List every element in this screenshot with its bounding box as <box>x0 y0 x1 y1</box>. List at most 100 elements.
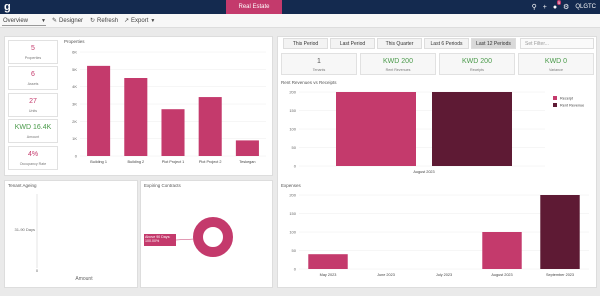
x-tick-label: September 2023 <box>546 273 574 277</box>
bar[interactable] <box>87 65 111 156</box>
expenses-chart: 0 50 100 150 200 May 2023 June 2023 July 2023 Au… <box>289 193 589 277</box>
kpi-card: 4% Occupancy Rate <box>8 146 58 170</box>
bar[interactable] <box>482 232 522 269</box>
designer-icon: ✎ <box>52 18 58 24</box>
summary-value: KWD 200 <box>462 58 492 65</box>
expiring-contracts-chart: Above 90 Days: 100.00% <box>144 217 233 257</box>
export-label: Export <box>131 18 149 24</box>
y-tick-label: 0 <box>75 154 78 159</box>
expiring-contracts-title: Expiring Contracts <box>144 183 181 188</box>
legend-swatch <box>553 96 557 100</box>
period-button[interactable]: This Quarter <box>377 38 422 49</box>
export-icon: ↗ <box>124 18 130 24</box>
x-tick-label: Plot Project 1 <box>162 160 185 164</box>
designer-button[interactable]: ✎ Designer <box>52 16 83 26</box>
kpi-card: KWD 16.4K Amount <box>8 119 58 143</box>
donut-slice[interactable] <box>193 217 233 257</box>
x-tick-label: May 2023 <box>320 273 337 277</box>
y-tick-label: 150 <box>289 108 296 113</box>
kpi-label: Amount <box>26 135 40 139</box>
period-button[interactable]: Last 6 Periods <box>424 38 469 49</box>
y-tick-label: 50 <box>292 248 297 253</box>
kpi-value: 4% <box>27 151 39 158</box>
app-logo[interactable]: g <box>4 1 16 13</box>
kpi-card: 27 Units <box>8 93 58 117</box>
y-tick-label: 100 <box>289 127 296 132</box>
chevron-down-icon: ▼ <box>41 18 46 24</box>
x-tick-label: August 2023 <box>491 273 512 277</box>
summary-card: KWD 0 Variance <box>518 53 594 75</box>
summary-value: KWD 200 <box>383 58 413 65</box>
kpi-label: Assets <box>27 82 39 86</box>
legend-label: Receipt <box>560 97 574 101</box>
y-tick-label: 100 <box>289 230 296 235</box>
y-tick-label: 31-90 Days <box>15 227 35 232</box>
summary-label: Rent Revenues <box>385 68 411 72</box>
kpi-value: KWD 16.4K <box>14 124 52 131</box>
summary-label: Tenants <box>312 68 326 72</box>
user-menu[interactable]: QLGTC <box>575 4 596 10</box>
refresh-icon: ↻ <box>90 18 96 24</box>
topbar-icons: ⚲ + ● 5 ⚙ QLGTC <box>532 0 596 14</box>
refresh-button[interactable]: ↻ Refresh <box>90 16 118 26</box>
y-tick-label: 6K <box>72 50 77 55</box>
y-tick-label: 3K <box>72 102 77 107</box>
bar[interactable] <box>336 92 416 166</box>
x-tick-label: 0 <box>36 268 39 273</box>
summary-card: KWD 200 Receipts <box>439 53 515 75</box>
x-axis-label: Amount <box>75 276 93 282</box>
filter-input[interactable]: Set Filter... <box>520 38 594 49</box>
add-icon[interactable]: + <box>543 4 547 11</box>
kpi-card: 6 Assets <box>8 66 58 90</box>
y-tick-label: 200 <box>289 90 296 95</box>
summary-label: Receipts <box>470 68 484 72</box>
properties-chart-title: Properties <box>64 39 85 44</box>
chevron-down-icon: ▼ <box>150 18 156 24</box>
period-button[interactable]: This Period <box>283 38 328 49</box>
legend-label: Rent Revenue <box>560 104 584 108</box>
y-tick-label: 150 <box>289 211 296 216</box>
bar[interactable] <box>308 254 348 269</box>
kpi-value: 27 <box>29 98 37 105</box>
notification-badge: 5 <box>556 0 562 5</box>
summary-value: KWD 0 <box>544 58 568 65</box>
period-button[interactable]: Last 12 Periods <box>471 38 516 49</box>
y-tick-label: 50 <box>292 145 297 150</box>
y-tick-label: 0 <box>294 164 297 169</box>
notifications-icon[interactable]: ● 5 <box>553 0 562 11</box>
designer-label: Designer <box>59 18 84 24</box>
y-tick-label: 1K <box>72 136 77 141</box>
period-button[interactable]: Last Period <box>330 38 375 49</box>
bar[interactable] <box>235 140 259 156</box>
tenant-ageing-title: Tenant Ageing <box>8 183 37 188</box>
x-tick-label: Building 2 <box>127 160 144 164</box>
tenant-ageing-chart: 31-90 Days 0 Amount <box>15 194 93 282</box>
slice-label: Above 90 Days: 100.00% <box>145 235 171 244</box>
refresh-label: Refresh <box>97 18 119 24</box>
kpi-value: 5 <box>31 45 35 52</box>
y-tick-label: 5K <box>72 67 77 72</box>
x-tick-label: June 2023 <box>377 273 395 277</box>
x-tick-label: August 2023 <box>413 170 434 174</box>
rent-chart-title: Rent Revenues vs Receipts <box>281 80 337 85</box>
x-tick-label: Building 1 <box>90 160 107 164</box>
bar[interactable] <box>432 92 512 166</box>
summary-label: Variance <box>549 68 563 72</box>
settings-icon[interactable]: ⚙ <box>563 3 569 11</box>
rent-vs-receipts-chart: 0 50 100 150 200 Receipt Rent Revenue August 20… <box>289 90 584 175</box>
y-tick-label: 200 <box>289 193 296 198</box>
bar[interactable] <box>540 195 580 269</box>
summary-value: 1 <box>317 58 321 65</box>
bar[interactable] <box>161 109 185 156</box>
view-select-value: Overview <box>3 18 29 24</box>
tab-real-estate[interactable]: Real Estate <box>226 0 282 14</box>
y-tick-label: 4K <box>72 84 77 89</box>
view-select[interactable]: Overview ▼ <box>2 16 46 26</box>
export-button[interactable]: ↗ Export ▼ <box>124 16 155 26</box>
kpi-label: Units <box>28 109 38 113</box>
search-icon[interactable]: ⚲ <box>532 3 537 11</box>
properties-chart: 0 1K 2K 3K 4K 5K 6K Building 1 Building 2 Plot Pr… <box>72 50 266 164</box>
bar[interactable] <box>124 78 148 156</box>
y-tick-label: 0 <box>294 267 297 272</box>
bar[interactable] <box>198 97 222 156</box>
